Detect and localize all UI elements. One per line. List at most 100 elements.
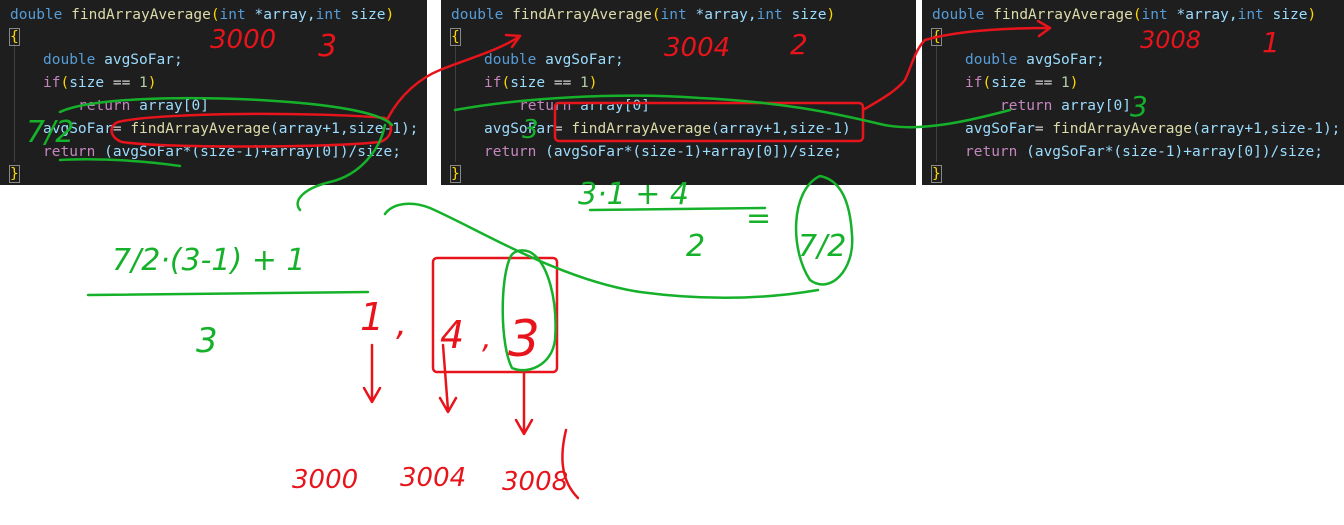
return-expression: (avgSoFar*(size-1)+array[0])/size;: [95, 144, 401, 160]
open-brace-line[interactable]: {: [931, 26, 942, 48]
if-line[interactable]: if(size == 1): [484, 72, 598, 94]
decl-name: avgSoFar;: [1017, 52, 1105, 68]
param-type: int: [219, 7, 246, 23]
green-circle-result: [794, 174, 854, 286]
hw-address-label-3: 3008: [502, 467, 568, 497]
return-base-line[interactable]: return array[0]: [519, 95, 650, 117]
param-type: int: [1141, 7, 1168, 23]
recursive-call-name: findArrayAverage: [571, 121, 711, 137]
assign-target: avgSoFar: [965, 121, 1035, 137]
open-brace: {: [450, 28, 461, 46]
recursive-call-args: (array+1,size-1): [711, 121, 851, 137]
recursive-call-args: (array+1,size-1);: [270, 121, 419, 137]
param-array: *array,: [686, 7, 757, 23]
recursive-call-line[interactable]: avgSoFar= findArrayAverage(array+1,size-…: [484, 118, 851, 140]
if-operator: ==: [104, 75, 140, 91]
if-keyword: if: [484, 75, 502, 91]
open-brace: {: [9, 28, 20, 46]
recursive-call-args: (array+1,size-1);: [1192, 121, 1341, 137]
return-keyword: return: [965, 144, 1018, 160]
function-name: findArrayAverage: [71, 7, 211, 23]
open-brace-line[interactable]: {: [9, 26, 20, 48]
declaration-line[interactable]: double avgSoFar;: [43, 49, 183, 71]
close-brace-line[interactable]: }: [9, 163, 20, 185]
return-keyword: return: [43, 144, 96, 160]
param-array: *array,: [245, 7, 316, 23]
hw-array-value-1: 1: [360, 295, 384, 339]
close-paren: ): [1307, 7, 1317, 23]
param-size: size: [1263, 7, 1308, 23]
return-expression: (avgSoFar*(size-1)+array[0])/size;: [536, 144, 842, 160]
param-type: int: [756, 7, 783, 23]
indent-guide: [455, 44, 456, 162]
function-name: findArrayAverage: [993, 7, 1133, 23]
indent-guide: [936, 44, 937, 162]
return-value: array[0]: [130, 98, 209, 114]
close-paren: ): [385, 7, 395, 23]
if-operator: ==: [545, 75, 581, 91]
open-paren: (: [651, 7, 661, 23]
hw-array-separator: ,: [396, 304, 407, 344]
code-panel-call-3: double findArrayAverage(int *array,int s…: [922, 0, 1344, 185]
param-size: size: [782, 7, 827, 23]
return-type: double: [451, 7, 504, 23]
return-expression: (avgSoFar*(size-1)+array[0])/size;: [1017, 144, 1323, 160]
hw-address-label-1: 3000: [292, 465, 358, 495]
red-down-arrow: [362, 343, 382, 404]
assign-operator: =: [112, 121, 131, 137]
if-number: 1: [139, 75, 148, 91]
function-signature[interactable]: double findArrayAverage(int *array,int s…: [932, 4, 1316, 26]
if-close-paren: ): [588, 75, 598, 91]
function-signature[interactable]: double findArrayAverage(int *array,int s…: [451, 4, 835, 26]
return-base-line[interactable]: return array[0]: [78, 95, 209, 117]
return-final-line[interactable]: return (avgSoFar*(size-1)+array[0])/size…: [484, 141, 842, 163]
green-circle-3: [501, 249, 557, 372]
open-brace: {: [931, 28, 942, 46]
if-number: 1: [580, 75, 589, 91]
return-base-line[interactable]: return array[0]: [1000, 95, 1131, 117]
param-array: *array,: [1167, 7, 1238, 23]
code-panel-call-1: double findArrayAverage ( int *array,int s…: [0, 0, 427, 185]
red-down-arrow: [438, 343, 458, 414]
decl-name: avgSoFar;: [95, 52, 183, 68]
recursive-call-line[interactable]: avgSoFar= findArrayAverage(array+1,size-…: [43, 118, 418, 140]
decl-type: double: [43, 52, 96, 68]
recursive-call-line[interactable]: avgSoFar= findArrayAverage(array+1,size-…: [965, 118, 1340, 140]
if-close-paren: ): [1069, 75, 1079, 91]
if-var: size: [69, 75, 105, 91]
decl-type: double: [484, 52, 537, 68]
close-brace-line[interactable]: }: [450, 163, 461, 185]
if-open-paren: (: [60, 75, 70, 91]
param-type: int: [660, 7, 687, 23]
hw-array-separator: ,: [482, 321, 492, 356]
declaration-line[interactable]: double avgSoFar;: [965, 49, 1105, 71]
declaration-line[interactable]: double avgSoFar;: [484, 49, 624, 71]
close-brace: }: [9, 165, 20, 183]
if-line[interactable]: if(size == 1): [43, 72, 157, 94]
assign-target: avgSoFar: [484, 121, 554, 137]
if-open-paren: (: [982, 75, 992, 91]
hw-address-label-2: 3004: [400, 463, 466, 493]
hw-formula-right-equals: =: [746, 201, 771, 236]
indent-guide: [14, 44, 15, 162]
if-keyword: if: [965, 75, 983, 91]
if-line[interactable]: if(size == 1): [965, 72, 1079, 94]
hw-formula-left-denominator: 3: [196, 321, 218, 361]
param-type: int: [315, 7, 342, 23]
open-brace-line[interactable]: {: [450, 26, 461, 48]
if-keyword: if: [43, 75, 61, 91]
code-panel-call-2: double findArrayAverage(int *array,int s…: [441, 0, 916, 185]
if-open-paren: (: [501, 75, 511, 91]
return-final-line[interactable]: return (avgSoFar*(size-1)+array[0])/size…: [965, 141, 1323, 163]
function-signature[interactable]: double findArrayAverage(int *array,int s…: [10, 4, 394, 26]
open-paren: (: [1132, 7, 1142, 23]
recursive-call-name: findArrayAverage: [130, 121, 270, 137]
hw-formula-right-result: 7/2: [798, 229, 846, 264]
close-brace-line[interactable]: }: [931, 163, 942, 185]
close-brace: }: [931, 165, 942, 183]
assign-operator: =: [553, 121, 572, 137]
hw-formula-left-numerator: 7/2·(3-1) + 1: [112, 243, 306, 278]
if-operator: ==: [1026, 75, 1062, 91]
if-var: size: [991, 75, 1027, 91]
return-final-line[interactable]: return (avgSoFar*(size-1)+array[0])/size…: [43, 141, 401, 163]
